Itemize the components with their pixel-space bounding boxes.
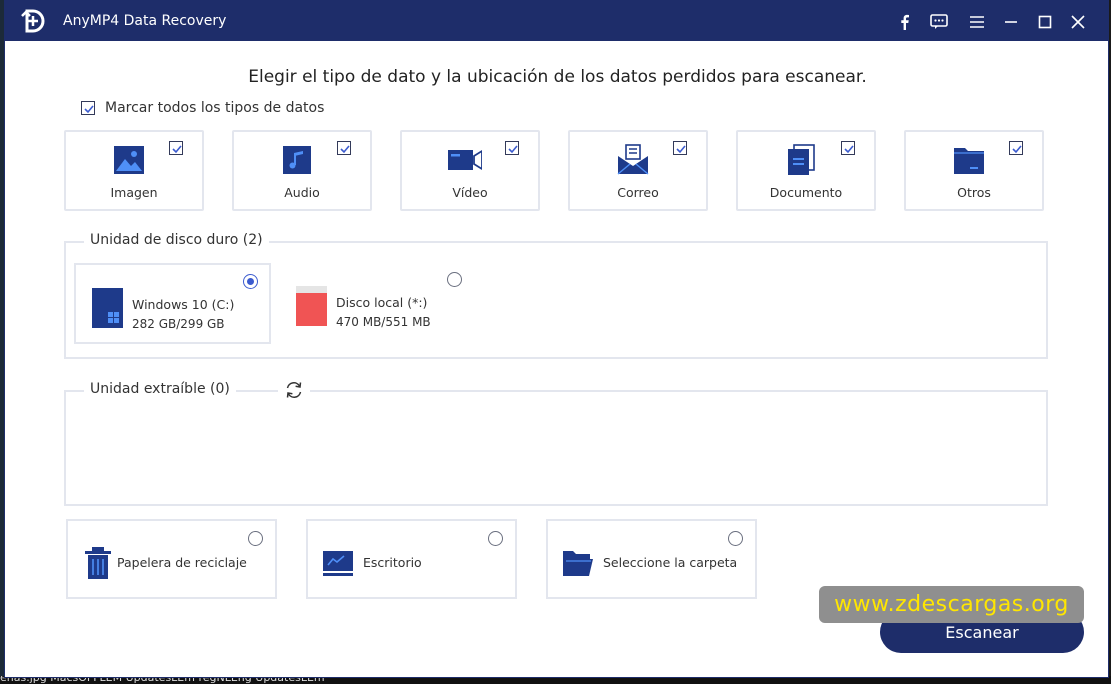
- app-logo-icon: [21, 9, 45, 33]
- check-icon: [172, 145, 182, 154]
- type-checkbox[interactable]: [841, 141, 855, 155]
- location-card-desktop[interactable]: Escritorio: [306, 519, 517, 599]
- type-card-image[interactable]: Imagen: [64, 130, 204, 211]
- watermark-banner: www.zdescargas.org: [819, 586, 1084, 623]
- folder-open-icon: [563, 551, 593, 576]
- folder-other-icon: [954, 148, 984, 174]
- minimize-button[interactable]: [1000, 11, 1022, 33]
- type-card-mail[interactable]: Correo: [568, 130, 708, 211]
- page-title: Elegir el tipo de dato y la ubicación de…: [248, 67, 867, 87]
- type-label: Imagen: [110, 185, 158, 200]
- location-card-recycle-bin[interactable]: Papelera de reciclaje: [66, 519, 277, 599]
- app-window: AnyMP4 Data Recovery Elegir el tipo de d…: [4, 0, 1109, 678]
- local-disk-icon: [296, 286, 327, 326]
- drive-card-local[interactable]: Disco local (*:) 470 MB/551 MB: [280, 263, 477, 344]
- type-label: Audio: [284, 185, 320, 200]
- type-label: Documento: [769, 185, 843, 200]
- type-card-video[interactable]: Vídeo: [400, 130, 540, 211]
- location-radio[interactable]: [488, 531, 503, 546]
- check-icon: [844, 145, 854, 154]
- refresh-button[interactable]: [278, 380, 310, 402]
- scan-button-label: Escanear: [945, 622, 1019, 642]
- type-checkbox[interactable]: [337, 141, 351, 155]
- image-icon: [114, 146, 144, 174]
- trash-icon: [85, 547, 111, 579]
- removable-drive-group: Unidad extraíble (0): [64, 380, 1048, 506]
- feedback-icon: [930, 14, 948, 29]
- type-checkbox[interactable]: [673, 141, 687, 155]
- check-all-checkbox[interactable]: [81, 101, 95, 115]
- menu-button[interactable]: [966, 11, 988, 33]
- refresh-icon: [286, 382, 302, 398]
- drive-radio[interactable]: [447, 272, 462, 287]
- facebook-icon: [901, 14, 909, 30]
- check-icon: [676, 145, 686, 154]
- check-all-label: Marcar todos los tipos de datos: [105, 100, 325, 116]
- type-label: Correo: [617, 185, 659, 200]
- check-icon: [340, 145, 350, 154]
- menu-icon: [970, 16, 984, 28]
- drive-name: Disco local (*:): [336, 295, 428, 310]
- windows-drive-icon: [92, 288, 123, 328]
- type-checkbox[interactable]: [1009, 141, 1023, 155]
- facebook-button[interactable]: [893, 11, 915, 33]
- drive-radio[interactable]: [243, 274, 258, 289]
- type-checkbox[interactable]: [505, 141, 519, 155]
- drive-card-windows[interactable]: Windows 10 (C:) 282 GB/299 GB: [74, 263, 271, 344]
- location-radio[interactable]: [248, 531, 263, 546]
- document-icon: [788, 144, 815, 175]
- drive-size: 470 MB/551 MB: [336, 315, 431, 329]
- feedback-button[interactable]: [928, 11, 950, 33]
- minimize-icon: [1005, 21, 1017, 23]
- removable-title: Unidad extraíble (0): [84, 381, 236, 397]
- type-card-others[interactable]: Otros: [904, 130, 1044, 211]
- check-icon: [1012, 145, 1022, 154]
- maximize-button[interactable]: [1034, 11, 1056, 33]
- hard-drive-title: Unidad de disco duro (2): [84, 232, 269, 248]
- title-bar: AnyMP4 Data Recovery: [5, 1, 1108, 41]
- location-radio[interactable]: [728, 531, 743, 546]
- check-all-row[interactable]: Marcar todos los tipos de datos: [81, 100, 324, 116]
- type-card-document[interactable]: Documento: [736, 130, 876, 211]
- check-icon: [84, 105, 94, 114]
- window-title: AnyMP4 Data Recovery: [63, 13, 227, 29]
- drive-size: 282 GB/299 GB: [132, 317, 225, 331]
- location-label: Escritorio: [363, 555, 422, 570]
- audio-icon: [283, 146, 311, 174]
- check-icon: [508, 145, 518, 154]
- location-label: Papelera de reciclaje: [117, 555, 247, 570]
- maximize-icon: [1038, 15, 1052, 29]
- drive-name: Windows 10 (C:): [132, 297, 235, 312]
- location-card-folder[interactable]: Seleccione la carpeta: [546, 519, 757, 599]
- mail-icon: [617, 144, 649, 175]
- hard-drive-group: Unidad de disco duro (2) Windows 10 (C:)…: [64, 232, 1048, 359]
- video-icon: [448, 149, 482, 171]
- location-label: Seleccione la carpeta: [603, 555, 738, 570]
- type-checkbox[interactable]: [169, 141, 183, 155]
- type-card-audio[interactable]: Audio: [232, 130, 372, 211]
- close-icon: [1071, 15, 1085, 29]
- desktop-icon: [323, 551, 353, 576]
- type-label: Vídeo: [452, 185, 488, 200]
- close-button[interactable]: [1067, 11, 1089, 33]
- type-label: Otros: [957, 185, 991, 200]
